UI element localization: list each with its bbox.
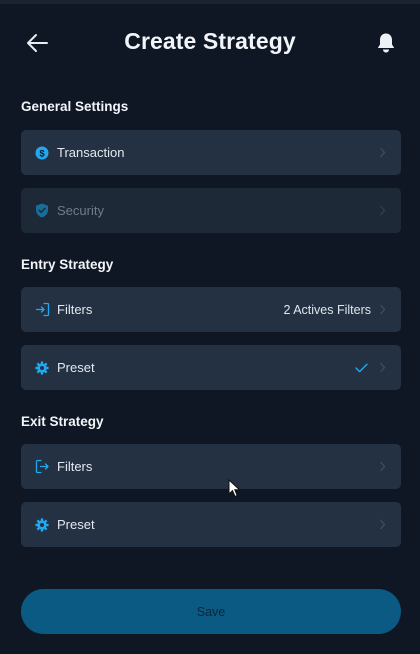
section-title-general: General Settings (21, 99, 129, 114)
exit-preset-row[interactable]: Preset (21, 502, 401, 547)
checkmark-icon (355, 363, 368, 373)
bell-icon (377, 33, 395, 53)
exit-preset-label: Preset (57, 517, 95, 532)
section-title-entry: Entry Strategy (21, 257, 114, 272)
entry-filters-row[interactable]: Filters 2 Actives Filters (21, 287, 401, 332)
section-title-exit: Exit Strategy (21, 414, 104, 429)
chevron-right-icon (377, 460, 387, 474)
page-title: Create Strategy (124, 28, 296, 54)
svg-text:$: $ (39, 148, 45, 159)
security-row[interactable]: Security (21, 188, 401, 233)
entry-filters-label: Filters (57, 302, 93, 317)
chevron-right-icon (377, 303, 387, 317)
exit-filters-label: Filters (57, 459, 93, 474)
entry-preset-label: Preset (57, 360, 95, 375)
gear-icon (34, 360, 50, 376)
chevron-right-icon (377, 204, 387, 218)
exit-filters-row[interactable]: Filters (21, 444, 401, 489)
sign-out-icon (34, 459, 50, 475)
entry-preset-row[interactable]: Preset (21, 345, 401, 390)
sign-in-icon (34, 302, 50, 318)
dollar-coin-icon: $ (34, 145, 50, 161)
top-edge-divider (0, 0, 420, 4)
gear-icon (34, 517, 50, 533)
chevron-right-icon (377, 361, 387, 375)
chevron-right-icon (377, 518, 387, 532)
transaction-row[interactable]: $ Transaction (21, 130, 401, 175)
notifications-button[interactable] (374, 30, 398, 56)
save-button[interactable]: Save (21, 589, 401, 634)
active-filters-count: 2 Actives Filters (283, 302, 371, 317)
header: Create Strategy (0, 20, 420, 66)
chevron-right-icon (377, 146, 387, 160)
security-label: Security (57, 203, 104, 218)
transaction-label: Transaction (57, 145, 125, 160)
shield-check-icon (34, 203, 50, 219)
